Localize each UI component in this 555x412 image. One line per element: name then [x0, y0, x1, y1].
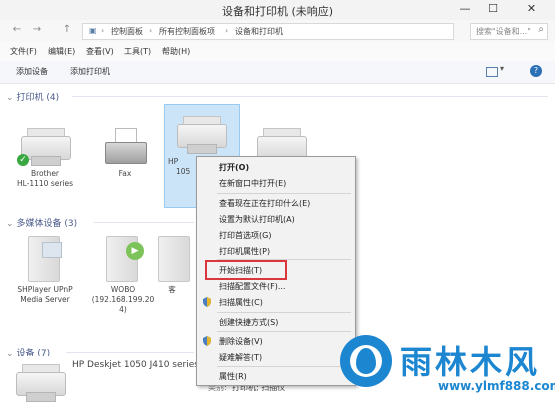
raindrop-logo-icon	[340, 335, 392, 387]
menu-item-open[interactable]: 打开(O)	[197, 159, 355, 175]
start-scan-highlight-box	[205, 260, 287, 280]
media-player-icon: ▶	[100, 234, 146, 282]
group-label-media: 多媒体设备 (3)	[16, 219, 78, 229]
view-icon[interactable]	[486, 67, 498, 77]
menu-file[interactable]: 文件(F)	[10, 46, 37, 57]
group-divider	[72, 96, 548, 97]
menu-edit[interactable]: 编辑(E)	[48, 46, 75, 57]
group-header-printers[interactable]: ⌄ 打印机 (4)	[6, 90, 59, 103]
shield-icon	[203, 297, 211, 307]
default-check-icon: ✓	[17, 154, 29, 166]
media-device-icon	[152, 234, 192, 282]
menu-item-open-new-window[interactable]: 在新窗口中打开(E)	[197, 175, 355, 191]
menu-item-label: 扫描配置文件(F)...	[219, 282, 286, 291]
add-device-button[interactable]: 添加设备	[16, 66, 48, 77]
menu-item-set-default[interactable]: 设置为默认打印机(A)	[197, 211, 355, 227]
device-wobo[interactable]: ▶ WOBO (192.168.199.20 4)	[88, 234, 158, 315]
device-label: HL-1110 series	[16, 179, 74, 188]
breadcrumb-control-panel[interactable]: 控制面板	[111, 26, 143, 37]
group-divider	[66, 352, 194, 353]
add-printer-button[interactable]: 添加打印机	[70, 66, 110, 77]
device-brother-printer[interactable]: ✓ Brother HL-1110 series	[10, 126, 80, 189]
device-label: WOBO	[110, 285, 136, 294]
menu-item-label: 创建快捷方式(S)	[219, 318, 279, 327]
printer-icon: ✓	[17, 126, 71, 166]
breadcrumb-all-items[interactable]: 所有控制面板项	[159, 26, 215, 37]
menu-item-label: 打印机属性(P)	[219, 247, 271, 256]
device-label: (192.168.199.20	[91, 295, 155, 304]
shield-icon	[203, 336, 211, 346]
device-label: Fax	[118, 169, 132, 178]
devices-and-printers-window: 设备和打印机 (未响应) — ☐ ✕ ← → ↑ ▣ › 控制面板 › 所有控制…	[0, 0, 555, 412]
menu-item-label: 扫描属性(C)	[219, 298, 263, 307]
menu-item-printer-properties[interactable]: 打印机属性(P)	[197, 243, 355, 259]
menu-item-label: 疑难解答(T)	[219, 353, 263, 362]
forward-icon[interactable]: →	[30, 23, 44, 37]
breadcrumb-separator: ›	[225, 26, 229, 35]
help-icon[interactable]: ?	[530, 65, 542, 77]
menu-tools[interactable]: 工具(T)	[124, 46, 151, 57]
menu-item-label: 在新窗口中打开(E)	[219, 179, 287, 188]
menu-item-scan-profiles[interactable]: 扫描配置文件(F)...	[197, 278, 355, 294]
menu-view[interactable]: 查看(V)	[86, 46, 114, 57]
view-dropdown-icon[interactable]: ▾	[500, 64, 504, 73]
details-device-name: HP Deskjet 1050 J410 series	[72, 360, 199, 370]
menu-bar: 文件(F) 编辑(E) 查看(V) 工具(T) 帮助(H)	[0, 44, 555, 60]
search-input[interactable]: 搜索"设备和..." ⌕	[470, 23, 548, 40]
menu-item-label: 打印首选项(G)	[219, 231, 272, 240]
menu-item-label: 打开(O)	[219, 163, 250, 172]
close-button[interactable]: ✕	[508, 0, 555, 18]
printer-folder-icon: ▣	[89, 26, 97, 35]
menu-help[interactable]: 帮助(H)	[162, 46, 190, 57]
group-header-media[interactable]: ⌄ 多媒体设备 (3)	[6, 216, 77, 229]
watermark-logo: 雨林木风 www.ylmf888.com	[330, 315, 555, 412]
group-divider	[94, 222, 194, 223]
device-label: Brother	[30, 169, 60, 178]
menu-separator	[217, 193, 351, 194]
printer-icon	[14, 362, 66, 402]
search-placeholder: 搜索"设备和..."	[476, 27, 531, 36]
breadcrumb-separator: ›	[101, 26, 105, 35]
menu-item-label: 查看现在正在打印什么(E)	[219, 199, 311, 208]
menu-item-label: 删除设备(V)	[219, 337, 263, 346]
device-fax[interactable]: Fax	[90, 126, 160, 179]
device-label: Media Server	[20, 295, 70, 304]
device-label: SHPlayer UPnP	[17, 285, 73, 294]
minimize-button[interactable]: —	[452, 0, 478, 18]
chevron-down-icon: ⌄	[6, 93, 14, 103]
media-server-icon	[22, 234, 68, 282]
menu-item-label: 属性(R)	[219, 372, 247, 381]
play-icon: ▶	[126, 242, 144, 260]
breadcrumb-separator: ›	[149, 26, 153, 35]
device-label: 客	[168, 285, 176, 294]
menu-item-label: 设置为默认打印机(A)	[219, 215, 295, 224]
breadcrumb[interactable]: ▣ › 控制面板 › 所有控制面板项 › 设备和打印机	[82, 23, 454, 40]
up-icon[interactable]: ↑	[60, 23, 74, 37]
group-label-printers: 打印机 (4)	[16, 93, 60, 103]
menu-item-scan-properties[interactable]: 扫描属性(C)	[197, 294, 355, 310]
menu-item-printing-preferences[interactable]: 打印首选项(G)	[197, 227, 355, 243]
command-bar: 添加设备 添加打印机 ▾ ?	[0, 61, 555, 84]
address-bar: ← → ↑ ▣ › 控制面板 › 所有控制面板项 › 设备和打印机 搜索"设备和…	[0, 20, 555, 42]
menu-separator	[217, 312, 351, 313]
watermark-url: www.ylmf888.com	[438, 379, 555, 393]
chevron-down-icon: ⌄	[6, 219, 14, 229]
maximize-button[interactable]: ☐	[480, 0, 506, 18]
back-icon[interactable]: ←	[10, 23, 24, 37]
device-label: 4)	[119, 305, 127, 314]
printer-icon	[175, 114, 227, 154]
device-shplayer-upnp[interactable]: SHPlayer UPnP Media Server	[10, 234, 80, 305]
breadcrumb-devices-printers[interactable]: 设备和打印机	[235, 26, 283, 37]
title-bar: 设备和打印机 (未响应) — ☐ ✕	[0, 0, 555, 20]
menu-item-see-printing[interactable]: 查看现在正在打印什么(E)	[197, 195, 355, 211]
watermark-name: 雨林木风	[400, 343, 541, 381]
fax-icon	[99, 126, 151, 166]
search-icon: ⌕	[538, 24, 544, 35]
device-media-3[interactable]: 客	[150, 234, 194, 295]
